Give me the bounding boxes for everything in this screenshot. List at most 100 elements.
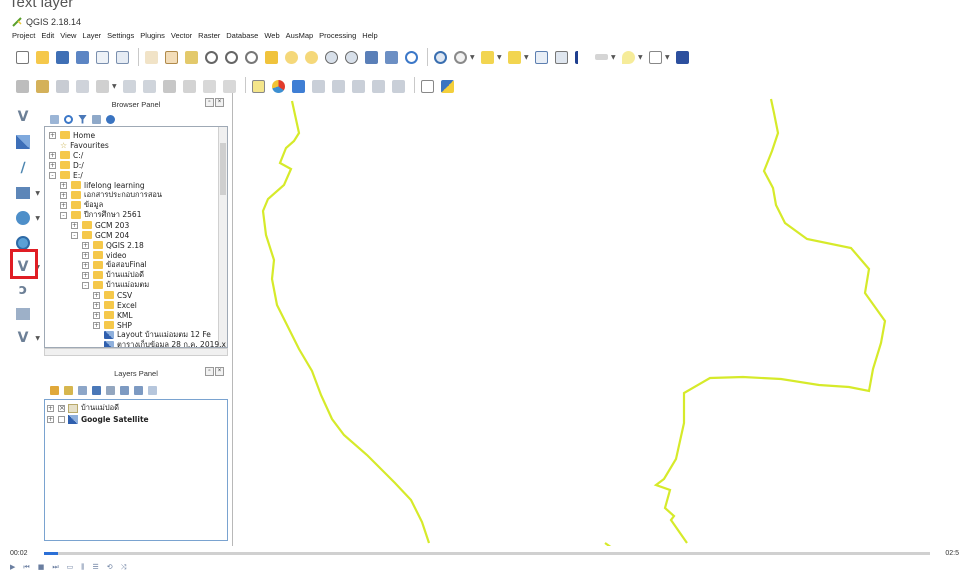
save-layer-edits-button[interactable] <box>54 78 71 95</box>
menu-database[interactable]: Database <box>226 31 258 43</box>
browser-tree-item[interactable]: - GCM 204 <box>71 230 129 240</box>
captions-icon[interactable]: ▭ <box>67 563 74 571</box>
map-canvas[interactable] <box>232 93 961 548</box>
tree-expander-icon[interactable]: + <box>82 241 89 249</box>
manage-map-themes-icon[interactable] <box>78 385 87 395</box>
zoom-layer-button[interactable] <box>303 49 320 66</box>
zoom-selection-button[interactable] <box>283 49 300 66</box>
open-project-button[interactable] <box>34 49 51 66</box>
layer-styling-icon[interactable] <box>50 385 59 395</box>
add-virtual-layer-button[interactable] <box>12 303 34 325</box>
tree-expander-icon[interactable]: - <box>82 281 89 289</box>
add-raster-layer-button[interactable] <box>12 131 34 153</box>
tree-expander-icon[interactable]: + <box>49 151 56 159</box>
rotate-label-button[interactable] <box>370 78 387 95</box>
help-button[interactable] <box>674 49 691 66</box>
browser-tree-item[interactable]: ตารางเก็บข้อมูล 28 ก.ค. 2019.x <box>93 340 226 347</box>
copy-features-button[interactable] <box>201 78 218 95</box>
dropdown-arrow-icon[interactable]: ▼ <box>470 54 476 61</box>
tree-expander-icon[interactable]: + <box>93 321 100 329</box>
tree-expander-icon[interactable]: + <box>49 131 56 139</box>
browser-scrollbar[interactable] <box>218 127 227 347</box>
node-tool-button[interactable] <box>94 78 111 95</box>
new-bookmark-button[interactable] <box>363 49 380 66</box>
attribute-table-button[interactable] <box>533 49 550 66</box>
tree-expander-icon[interactable]: + <box>47 404 54 412</box>
move-feature-button[interactable] <box>121 78 138 95</box>
change-label-button[interactable] <box>390 78 407 95</box>
cut-features-button[interactable] <box>181 78 198 95</box>
menu-edit[interactable]: Edit <box>41 31 54 43</box>
browser-tree-item[interactable]: ☆ Favourites <box>49 140 109 150</box>
tree-expander-icon[interactable]: + <box>71 221 78 229</box>
browser-tree-item[interactable]: + เอกสารประกอบการสอน <box>60 190 162 200</box>
zoom-native-button[interactable] <box>243 49 260 66</box>
browser-horizontal-scrollbar[interactable] <box>44 348 228 356</box>
move-label-button[interactable] <box>350 78 367 95</box>
tree-expander-icon[interactable]: + <box>82 271 89 279</box>
info-icon[interactable] <box>106 114 115 124</box>
toggle-editing-button[interactable] <box>34 78 51 95</box>
save-project-button[interactable] <box>54 49 71 66</box>
refresh-button[interactable] <box>403 49 420 66</box>
show-hide-labels-button[interactable] <box>330 78 347 95</box>
close-panel-button[interactable]: × <box>215 367 224 376</box>
statistics-button[interactable] <box>573 49 590 66</box>
highlight-labels-button[interactable] <box>290 78 307 95</box>
tree-expander-icon[interactable]: + <box>82 261 89 269</box>
add-feature-button[interactable] <box>74 78 91 95</box>
zoom-full-button[interactable] <box>263 49 280 66</box>
pan-map-button[interactable] <box>163 49 180 66</box>
refresh-icon[interactable] <box>64 114 73 124</box>
float-panel-button[interactable]: ▫ <box>205 98 214 107</box>
new-project-button[interactable] <box>14 49 31 66</box>
layer-item[interactable]: + Google Satellite <box>47 414 149 424</box>
collapse-all-icon[interactable] <box>92 114 101 124</box>
identify-button[interactable] <box>432 49 449 66</box>
browser-tree-item[interactable]: + Home <box>49 130 95 140</box>
tree-expander-icon[interactable]: + <box>60 201 67 209</box>
layer-visibility-checkbox[interactable] <box>58 415 65 423</box>
current-edits-button[interactable] <box>14 78 31 95</box>
add-spatialite-layer-button[interactable]: ∕ <box>12 157 34 179</box>
browser-tree-item[interactable]: + GCM 203 <box>71 220 129 230</box>
add-selected-layers-icon[interactable] <box>50 114 59 124</box>
playlist-icon[interactable]: ☰ <box>93 563 99 571</box>
show-bookmarks-button[interactable] <box>383 49 400 66</box>
dropdown-arrow-icon[interactable]: ▼ <box>524 54 530 61</box>
dropdown-arrow-icon[interactable]: ▼ <box>638 54 644 61</box>
loop-icon[interactable]: ⟲ <box>107 563 113 571</box>
browser-tree-item[interactable]: - E:/ <box>49 170 83 180</box>
progress-track[interactable] <box>44 552 930 555</box>
python-console-button[interactable] <box>439 78 456 95</box>
next-icon[interactable]: ⏭ <box>52 563 58 571</box>
browser-tree-item[interactable]: + CSV <box>93 290 132 300</box>
create-layer-button[interactable]: ↄ <box>12 279 34 301</box>
menu-help[interactable]: Help <box>362 31 377 43</box>
play-icon[interactable]: ▶ <box>10 563 15 571</box>
dropdown-arrow-icon[interactable]: ▼ <box>665 54 671 61</box>
browser-tree-item[interactable]: - ปีการศึกษา 2561 <box>60 210 141 220</box>
measure-button[interactable] <box>593 49 610 66</box>
browser-tree-item[interactable]: + C:/ <box>49 150 83 160</box>
field-calculator-button[interactable] <box>553 49 570 66</box>
zoom-last-button[interactable] <box>323 49 340 66</box>
tree-expander-icon[interactable]: - <box>49 171 56 179</box>
menu-plugins[interactable]: Plugins <box>140 31 165 43</box>
select-by-value-button[interactable] <box>479 49 496 66</box>
tree-expander-icon[interactable]: + <box>60 191 67 199</box>
browser-tree-item[interactable]: + QGIS 2.18 <box>82 240 144 250</box>
tree-expander-icon[interactable]: + <box>49 161 56 169</box>
menu-project[interactable]: Project <box>12 31 35 43</box>
map-tips-button[interactable] <box>620 49 637 66</box>
tree-expander-icon[interactable]: + <box>60 181 67 189</box>
scrollbar-thumb[interactable] <box>220 143 226 195</box>
menu-ausmap[interactable]: AusMap <box>286 31 314 43</box>
menu-web[interactable]: Web <box>264 31 279 43</box>
node-editor-button[interactable] <box>141 78 158 95</box>
add-group-icon[interactable] <box>64 385 73 395</box>
add-delimited-text-button[interactable] <box>419 78 436 95</box>
composer-manager-button[interactable] <box>114 49 131 66</box>
delete-selected-button[interactable] <box>161 78 178 95</box>
filter-legend-icon[interactable] <box>92 385 101 395</box>
